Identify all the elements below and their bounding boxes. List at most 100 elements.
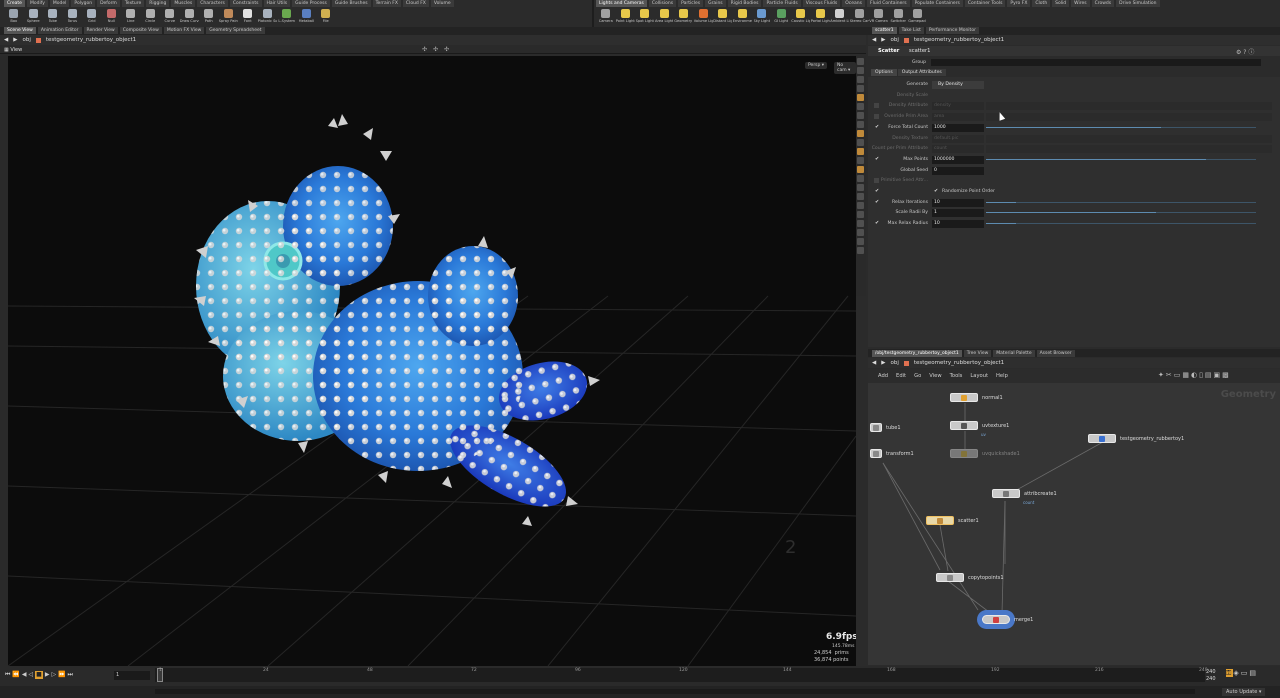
viewport-tool-icon[interactable] — [857, 76, 864, 83]
tool-geometry-light[interactable]: Geometry Light — [674, 8, 694, 27]
viewport-tool-icon[interactable] — [857, 58, 864, 65]
frame-end-bottom[interactable]: 240 — [1206, 676, 1216, 682]
node-copytopoints1[interactable]: copytopoints1 — [936, 573, 1004, 582]
param-checkbox[interactable]: ✔ — [875, 189, 880, 194]
shelf-tab-solid[interactable]: Solid — [1052, 0, 1070, 7]
pane-tab-performance-monitor[interactable]: Performance Monitor — [925, 27, 979, 34]
node-tube1[interactable]: tube1 — [870, 423, 901, 432]
param-checkbox[interactable] — [874, 178, 879, 184]
shelf-tab-constraints[interactable]: Constraints — [229, 0, 262, 7]
net-forward-icon[interactable]: ▶ — [881, 360, 885, 366]
param-checkbox[interactable]: ✔ — [875, 156, 880, 162]
tool-tube[interactable]: Tube — [43, 8, 63, 27]
tool-caustic-light[interactable]: Caustic Light — [791, 8, 811, 27]
node-attribcreate1[interactable]: attribcreate1 count — [992, 489, 1057, 505]
network-canvas[interactable]: Geometry normal1 uvtexture1 uv tube1 transfo… — [868, 383, 1280, 665]
network-toolbar-icons[interactable]: ✦✂▭▦◐▯▤▣▩ — [1158, 371, 1231, 379]
tool-spray-paint[interactable]: Spray Paint — [219, 8, 239, 27]
network-menu-edit[interactable]: Edit — [896, 373, 906, 379]
node-transform1[interactable]: transform1 — [870, 449, 914, 458]
timeline-right-icons[interactable]: ⚿◈▭▤ — [1226, 669, 1258, 678]
auto-update-button[interactable]: Auto Update ▾ — [1222, 688, 1266, 696]
shelf-tab-grains[interactable]: Grains — [705, 0, 726, 7]
tool-file[interactable]: File — [316, 8, 336, 27]
tool-line[interactable]: Line — [121, 8, 141, 27]
pane-tab-composite-view[interactable]: Composite View — [119, 27, 162, 34]
viewport-tool-icon[interactable] — [857, 202, 864, 209]
pane-tab-tree-view[interactable]: Tree View — [963, 350, 992, 357]
shelf-tab-lights-and-cameras[interactable]: Lights and Cameras — [596, 0, 647, 7]
shelf-tab-model[interactable]: Model — [49, 0, 70, 7]
shelf-tab-wires[interactable]: Wires — [1071, 0, 1090, 7]
shelf-tab-guide-brushes[interactable]: Guide Brushes — [331, 0, 371, 7]
pane-tab-animation-editor[interactable]: Animation Editor — [37, 27, 82, 34]
shelf-tab-populate-containers[interactable]: Populate Containers — [911, 0, 963, 7]
viewport-tool-icon[interactable] — [857, 85, 864, 92]
viewport[interactable]: 2 Persp ▾ No cam ▾ 6.9fps 145.78ms 24,85… — [8, 56, 856, 666]
node-uvtexture1[interactable]: uvtexture1 uv — [950, 421, 1009, 437]
param-field-count-per-prim-attribute[interactable]: count — [932, 145, 984, 154]
node-body[interactable] — [992, 489, 1020, 498]
first-frame-icon[interactable]: ⏮ — [5, 671, 10, 679]
shelf-tab-modify[interactable]: Modify — [26, 0, 48, 7]
tool-ambient-light[interactable]: Ambient Light — [830, 8, 850, 27]
pane-tab-take-list[interactable]: Take List — [898, 27, 924, 34]
tool-area-light[interactable]: Area Light — [655, 8, 675, 27]
params-path-root[interactable]: obj — [890, 37, 898, 43]
tool-box[interactable]: Box — [4, 8, 24, 27]
params-back-icon[interactable]: ◀ — [872, 37, 876, 43]
viewport-tool-icon[interactable] — [857, 94, 864, 101]
group-field[interactable] — [931, 59, 1261, 66]
param-field-relax-iterations[interactable]: 10 — [932, 198, 984, 207]
param-slider[interactable] — [986, 223, 1256, 225]
persp-menu[interactable]: Persp ▾ — [805, 62, 828, 69]
viewport-tool-icon[interactable] — [857, 166, 864, 173]
params-header-icons[interactable]: ⚙ ? ⓘ — [1236, 47, 1254, 56]
randomize-checkbox[interactable]: ✔ — [934, 189, 939, 194]
shelf-tab-hair-utils[interactable]: Hair Utils — [263, 0, 291, 7]
network-menu-view[interactable]: View — [929, 373, 941, 379]
tool-curve[interactable]: Curve — [160, 8, 180, 27]
net-back-icon[interactable]: ◀ — [872, 360, 876, 366]
shelf-tab-rigging[interactable]: Rigging — [146, 0, 170, 7]
viewport-tool-icon[interactable] — [857, 112, 864, 119]
tool-metaball[interactable]: Metaball — [297, 8, 317, 27]
back-arrow-icon[interactable]: ◀ — [4, 37, 8, 43]
network-menu-go[interactable]: Go — [914, 373, 921, 379]
shelf-tab-rigid-bodies[interactable]: Rigid Bodies — [727, 0, 762, 7]
node-body[interactable] — [982, 615, 1010, 624]
param-checkbox[interactable]: ✔ — [875, 199, 880, 205]
shelf-tab-volume[interactable]: Volume — [430, 0, 454, 7]
node-name-field[interactable]: scatter1 — [909, 48, 930, 54]
params-forward-icon[interactable]: ▶ — [881, 37, 885, 43]
network-menu-tools[interactable]: Tools — [950, 373, 963, 379]
param-field-density-attribute[interactable]: density — [932, 102, 984, 111]
node-body[interactable] — [950, 421, 978, 430]
node-scatter1[interactable]: scatter1 — [926, 516, 979, 525]
tool-distant-light[interactable]: Distant Light — [713, 8, 733, 27]
network-menu-add[interactable]: Add — [878, 373, 888, 379]
param-field-density-texture[interactable]: default.pic — [932, 134, 984, 143]
shelf-tab-cloud-fx[interactable]: Cloud FX — [402, 0, 429, 7]
forward-arrow-icon[interactable]: ▶ — [13, 37, 17, 43]
param-field-force-total-count[interactable]: 1000 — [932, 123, 984, 132]
playback-controls[interactable]: ⏮ ⏪ ◀ ◁ ■ ▶ ▷ ⏩ ⏭ — [5, 671, 73, 679]
viewport-tool-icon[interactable] — [857, 229, 864, 236]
network-menu-layout[interactable]: Layout — [970, 373, 988, 379]
tool-draw-curve[interactable]: Draw Curve — [180, 8, 200, 27]
param-slider[interactable] — [986, 212, 1256, 214]
param-field-global-seed[interactable]: 0 — [932, 166, 984, 175]
viewport-tool-icon[interactable] — [857, 148, 864, 155]
shelf-tab-container-tools[interactable]: Container Tools — [964, 0, 1006, 7]
node-body[interactable] — [950, 393, 978, 402]
node-body[interactable] — [1088, 434, 1116, 443]
viewport-tool-icon[interactable] — [857, 247, 864, 254]
tool-volume-light[interactable]: Volume Light — [694, 8, 714, 27]
pane-tab-render-view[interactable]: Render View — [83, 27, 118, 34]
tool-gi-light[interactable]: GI Light — [772, 8, 792, 27]
node-body[interactable] — [870, 423, 882, 432]
node-body[interactable] — [936, 573, 964, 582]
tool-grid[interactable]: Grid — [82, 8, 102, 27]
play-reverse-icon[interactable]: ◁ — [29, 671, 34, 679]
prev-key-icon[interactable]: ⏪ — [12, 671, 19, 679]
